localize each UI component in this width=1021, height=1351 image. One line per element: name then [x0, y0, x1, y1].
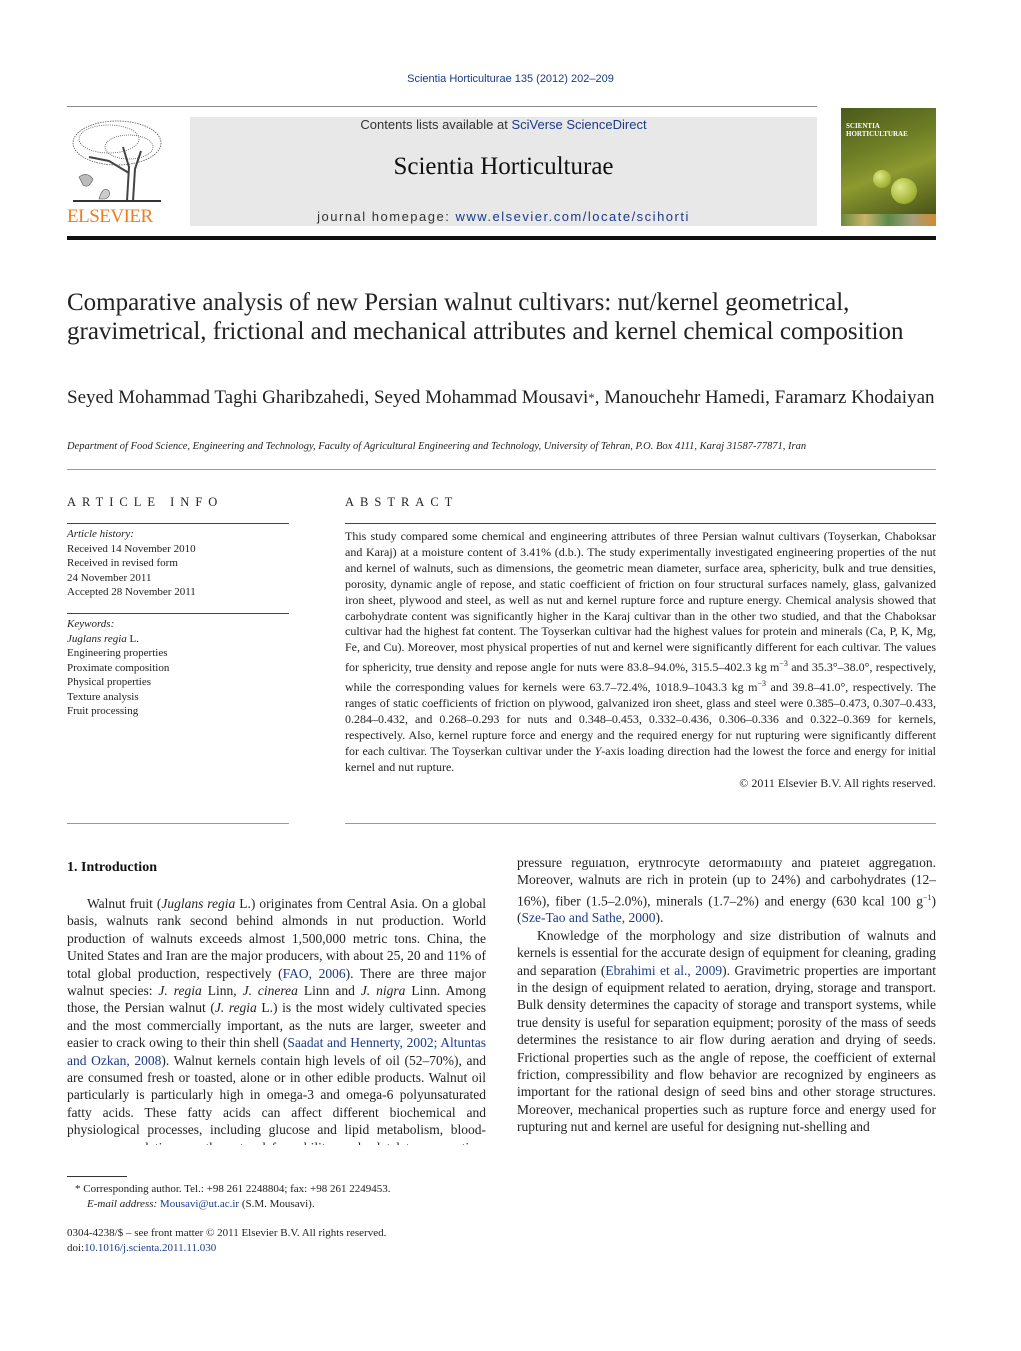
intro-paragraph: Knowledge of the morphology and size dis…: [517, 927, 936, 1135]
article-info-rule: [67, 523, 289, 524]
elsevier-tree-icon: [72, 120, 162, 202]
abstract-body: This study compared some chemical and en…: [345, 529, 936, 792]
homepage-line: journal homepage: www.elsevier.com/locat…: [190, 209, 817, 224]
journal-reference[interactable]: Scientia Horticulturae 135 (2012) 202–20…: [0, 73, 1021, 85]
header-thick-rule: [67, 236, 936, 240]
authors-rest: , Manouchehr Hamedi, Faramarz Khodaiyan: [594, 387, 935, 408]
doi-label: doi:: [67, 1242, 85, 1254]
keyword-item: Fruit processing: [67, 705, 139, 717]
history-item: 24 November 2011: [67, 571, 152, 584]
history-label: Article history:: [67, 528, 134, 540]
article-info-heading: ARTICLE INFO: [67, 495, 224, 509]
cover-fruit: [891, 178, 917, 204]
cover-strip: [841, 214, 936, 226]
doi-link[interactable]: 10.1016/j.scienta.2011.11.030: [84, 1242, 216, 1254]
homepage-link[interactable]: www.elsevier.com/locate/scihorti: [455, 209, 689, 224]
keywords: Keywords: Juglans regia L. Engineering p…: [67, 617, 289, 719]
abstract-copyright: © 2011 Elsevier B.V. All rights reserved…: [739, 775, 936, 790]
keyword-item: Juglans regia L.: [67, 632, 140, 645]
email-label: E-mail address:: [87, 1198, 160, 1210]
elsevier-wordmark: ELSEVIER: [67, 206, 153, 227]
journal-cover-image[interactable]: SCIENTIA HORTICULTURAE: [841, 108, 936, 226]
journal-banner: Contents lists available at SciVerse Sci…: [190, 117, 817, 226]
keywords-rule: [67, 613, 289, 614]
affiliation: Department of Food Science, Engineering …: [67, 441, 807, 452]
article-info-bottom-rule: [67, 823, 289, 824]
article-history: Article history: Received 14 November 20…: [67, 527, 289, 600]
abstract-rule: [345, 523, 936, 524]
front-matter-text: 0304-4238/$ – see front matter © 2011 El…: [67, 1227, 387, 1239]
abstract-bottom-rule: [345, 823, 936, 824]
front-matter: 0304-4238/$ – see front matter © 2011 El…: [67, 1226, 507, 1256]
email-link[interactable]: Mousavi@ut.ac.ir: [160, 1198, 239, 1210]
keywords-label: Keywords:: [67, 618, 115, 630]
keyword-item: Proximate composition: [67, 661, 170, 674]
abstract-heading: ABSTRACT: [345, 495, 459, 509]
intro-continuation: Walnut fruit (Juglans regia L.) originat…: [517, 860, 936, 1135]
intro-column-right: Walnut fruit (Juglans regia L.) originat…: [517, 860, 936, 1210]
journal-title: Scientia Horticulturae: [393, 153, 614, 180]
history-item: Received 14 November 2010: [67, 542, 196, 555]
header-rule: [67, 106, 817, 107]
citation-link[interactable]: Ebrahimi et al., 2009: [605, 963, 722, 978]
corresponding-author-footnote: * Corresponding author. Tel.: +98 261 22…: [75, 1183, 391, 1210]
affiliation-rule: [67, 469, 936, 470]
intro-column-left: Walnut fruit (Juglans regia L.) originat…: [67, 895, 486, 1145]
section-heading-introduction: 1. Introduction: [67, 860, 157, 875]
contents-label: Contents lists available at: [360, 117, 512, 132]
authors-first: Seyed Mohammad Taghi Gharibzahedi, Seyed…: [67, 387, 589, 408]
homepage-label: journal homepage:: [317, 209, 456, 224]
citation-link[interactable]: FAO, 2006: [283, 966, 346, 981]
sciencedirect-link[interactable]: SciVerse ScienceDirect: [511, 117, 646, 132]
footnote-rule: [67, 1176, 127, 1177]
cover-fruit: [873, 170, 891, 188]
keyword-item: Engineering properties: [67, 647, 168, 659]
keyword-item: Physical properties: [67, 676, 152, 688]
keyword-item: Texture analysis: [67, 690, 139, 703]
intro-paragraph: Walnut fruit (Juglans regia L.) originat…: [67, 896, 486, 1145]
abstract-text: This study compared some chemical and en…: [345, 529, 937, 774]
contents-line: Contents lists available at SciVerse Sci…: [190, 117, 817, 132]
history-item: Received in revised form: [67, 557, 178, 569]
author-list: Seyed Mohammad Taghi Gharibzahedi, Seyed…: [67, 387, 937, 409]
cover-title: SCIENTIA HORTICULTURAE: [846, 122, 908, 138]
article-title: Comparative analysis of new Persian waln…: [67, 289, 904, 345]
history-item: Accepted 28 November 2011: [67, 586, 196, 598]
elsevier-logo[interactable]: ELSEVIER: [67, 117, 167, 227]
